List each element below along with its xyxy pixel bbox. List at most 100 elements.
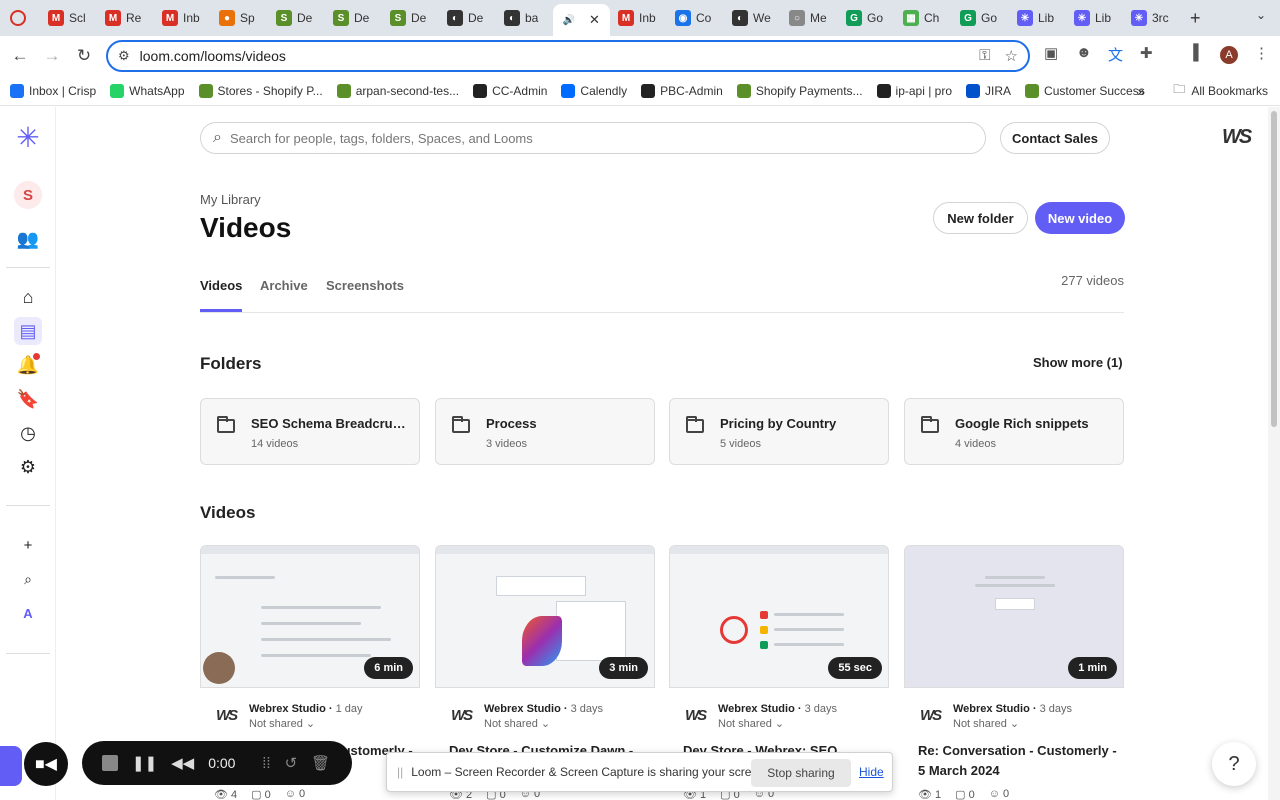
bookmark-item[interactable]: WhatsApp	[110, 83, 185, 98]
search-bar[interactable]: ⌕	[200, 122, 986, 154]
bookmark-item[interactable]: Inbox | Crisp	[10, 83, 96, 98]
sharing-dropdown[interactable]: Not shared ⌄	[718, 717, 784, 730]
bookmark-icon[interactable]: 🔖	[14, 385, 42, 413]
camera-icon[interactable]: ■◀	[24, 742, 68, 786]
video-card[interactable]: 1 min WS Webrex Studio · 3 days Not shared …	[904, 545, 1124, 800]
address-bar[interactable]: ⚙ loom.com/looms/videos ⚿ ☆	[106, 40, 1030, 72]
new-folder-button[interactable]: New folder	[933, 202, 1028, 234]
extension-grammarly-icon[interactable]: ▣	[1044, 44, 1058, 62]
owner-info[interactable]: Webrex Studio · 3 days	[718, 703, 837, 715]
workspace-avatar[interactable]: S	[14, 181, 42, 209]
browser-tab[interactable]: G Go	[838, 4, 895, 32]
new-video-button[interactable]: New video	[1035, 202, 1125, 234]
bookmark-star-icon[interactable]: ☆	[1005, 47, 1018, 65]
browser-tab[interactable]: S De	[382, 4, 439, 32]
pause-icon[interactable]: ❚❚	[132, 754, 157, 772]
folder-card[interactable]: Google Rich snippets 4 videos	[904, 398, 1124, 465]
restart-icon[interactable]: ↺	[285, 754, 298, 772]
bookmark-item[interactable]: CC-Admin	[473, 83, 547, 98]
browser-tab[interactable]: ◐ De	[439, 4, 496, 32]
stop-sharing-button[interactable]: Stop sharing	[751, 759, 851, 787]
notifications-icon[interactable]: 🔔	[14, 351, 42, 379]
bookmark-item[interactable]: ip-api | pro	[876, 83, 952, 98]
forward-button[interactable]: →	[36, 46, 68, 66]
browser-tab[interactable]: ● Sp	[211, 4, 268, 32]
sharing-dropdown[interactable]: Not shared ⌄	[249, 717, 315, 730]
bookmark-item[interactable]: PBC-Admin	[641, 83, 723, 98]
password-key-icon[interactable]: ⚿	[979, 47, 990, 65]
sharing-dropdown[interactable]: Not shared ⌄	[953, 717, 1019, 730]
video-thumbnail[interactable]: 55 sec	[669, 545, 889, 688]
rewind-icon[interactable]: ◀◀	[171, 754, 194, 772]
help-button[interactable]: ?	[1212, 742, 1256, 786]
search-input[interactable]	[229, 130, 930, 146]
reload-button[interactable]: ↻	[68, 46, 100, 66]
video-thumbnail[interactable]: 1 min	[904, 545, 1124, 688]
tab-videos[interactable]: Videos	[200, 278, 243, 312]
stop-recording-button[interactable]	[102, 755, 118, 771]
drag-grip-icon[interactable]: ⁞⁞	[262, 755, 270, 772]
members-icon[interactable]: 👥	[14, 225, 42, 253]
folder-card[interactable]: SEO Schema Breadcrumbs 14 videos	[200, 398, 420, 465]
browser-menu-icon[interactable]: ⋮	[1254, 44, 1269, 62]
bookmark-item[interactable]: Stores - Shopify P...	[198, 83, 323, 98]
extension-robot-icon[interactable]: ☻	[1076, 44, 1092, 61]
owner-info[interactable]: Webrex Studio · 3 days	[953, 703, 1072, 715]
extension-translate-icon[interactable]: 文	[1108, 44, 1123, 65]
breadcrumb[interactable]: My Library	[200, 192, 261, 207]
tab-archive[interactable]: Archive	[260, 278, 308, 312]
browser-tab[interactable]: ○ Me	[781, 4, 838, 32]
url-text[interactable]: loom.com/looms/videos	[140, 48, 286, 64]
video-thumbnail[interactable]: 3 min	[435, 545, 655, 688]
new-tab-button[interactable]: +	[1190, 8, 1201, 29]
bookmark-item[interactable]: Shopify Payments...	[736, 83, 863, 98]
contact-sales-button[interactable]: Contact Sales	[1000, 122, 1110, 154]
browser-tab[interactable]: ✳ Lib	[1009, 4, 1066, 32]
library-icon[interactable]: ▤	[14, 317, 42, 345]
add-icon[interactable]: +	[14, 531, 42, 559]
scrollbar-thumb[interactable]	[1271, 111, 1277, 427]
extensions-puzzle-icon[interactable]: ✚	[1140, 44, 1153, 62]
search-icon[interactable]: ⌕	[14, 565, 42, 593]
all-bookmarks[interactable]: 🗀 All Bookmarks	[1173, 80, 1268, 101]
tab-screenshots[interactable]: Screenshots	[326, 278, 404, 312]
browser-tab[interactable]: M Scl	[40, 4, 97, 32]
browser-tab[interactable]: ▦ Ch	[895, 4, 952, 32]
tab-search-icon[interactable]: ⌄	[1256, 8, 1266, 22]
back-button[interactable]: ←	[4, 46, 36, 66]
workspace-logo[interactable]: WS	[1222, 126, 1252, 149]
workspace-letter[interactable]: A	[14, 599, 42, 627]
trash-icon[interactable]: 🗑	[311, 754, 330, 772]
browser-tab[interactable]: ◉ Co	[667, 4, 724, 32]
browser-tab[interactable]: S De	[268, 4, 325, 32]
browser-tab[interactable]: G Go	[952, 4, 1009, 32]
bookmark-item[interactable]: arpan-second-tes...	[336, 83, 459, 98]
page-scrollbar[interactable]	[1268, 107, 1280, 800]
browser-tab[interactable]: M Inb	[154, 4, 211, 32]
browser-tab[interactable]: M Re	[97, 4, 154, 32]
browser-tab[interactable]: M Inb	[610, 4, 667, 32]
recording-icon[interactable]	[10, 10, 26, 26]
bookmark-item[interactable]: Calendly	[561, 83, 627, 98]
site-info-icon[interactable]: ⚙	[118, 48, 130, 64]
folder-card[interactable]: Pricing by Country 5 videos	[669, 398, 889, 465]
close-tab-icon[interactable]: ✕	[589, 12, 600, 28]
browser-tab[interactable]: S De	[325, 4, 382, 32]
browser-tab[interactable]: ✳ Lib	[1066, 4, 1123, 32]
owner-info[interactable]: Webrex Studio · 3 days	[484, 703, 603, 715]
drag-handle-icon[interactable]: ||	[397, 765, 403, 779]
owner-info[interactable]: Webrex Studio · 1 day	[249, 703, 363, 715]
settings-icon[interactable]: ⚙	[14, 453, 42, 481]
browser-tab[interactable]: ◐ We	[724, 4, 781, 32]
history-icon[interactable]: ◷	[14, 419, 42, 447]
browser-tab[interactable]: 🔊 ✕	[553, 4, 610, 36]
folder-card[interactable]: Process 3 videos	[435, 398, 655, 465]
show-more-folders-button[interactable]: Show more (1)	[1033, 355, 1123, 370]
bookmarks-overflow-icon[interactable]: »	[1137, 83, 1145, 99]
video-thumbnail[interactable]: 6 min	[200, 545, 420, 688]
browser-tab[interactable]: ◐ ba	[496, 4, 553, 32]
sharing-dropdown[interactable]: Not shared ⌄	[484, 717, 550, 730]
hide-banner-link[interactable]: Hide	[859, 765, 884, 779]
bookmark-item[interactable]: Customer Success	[1025, 83, 1145, 98]
bookmark-item[interactable]: JIRA	[966, 83, 1011, 98]
